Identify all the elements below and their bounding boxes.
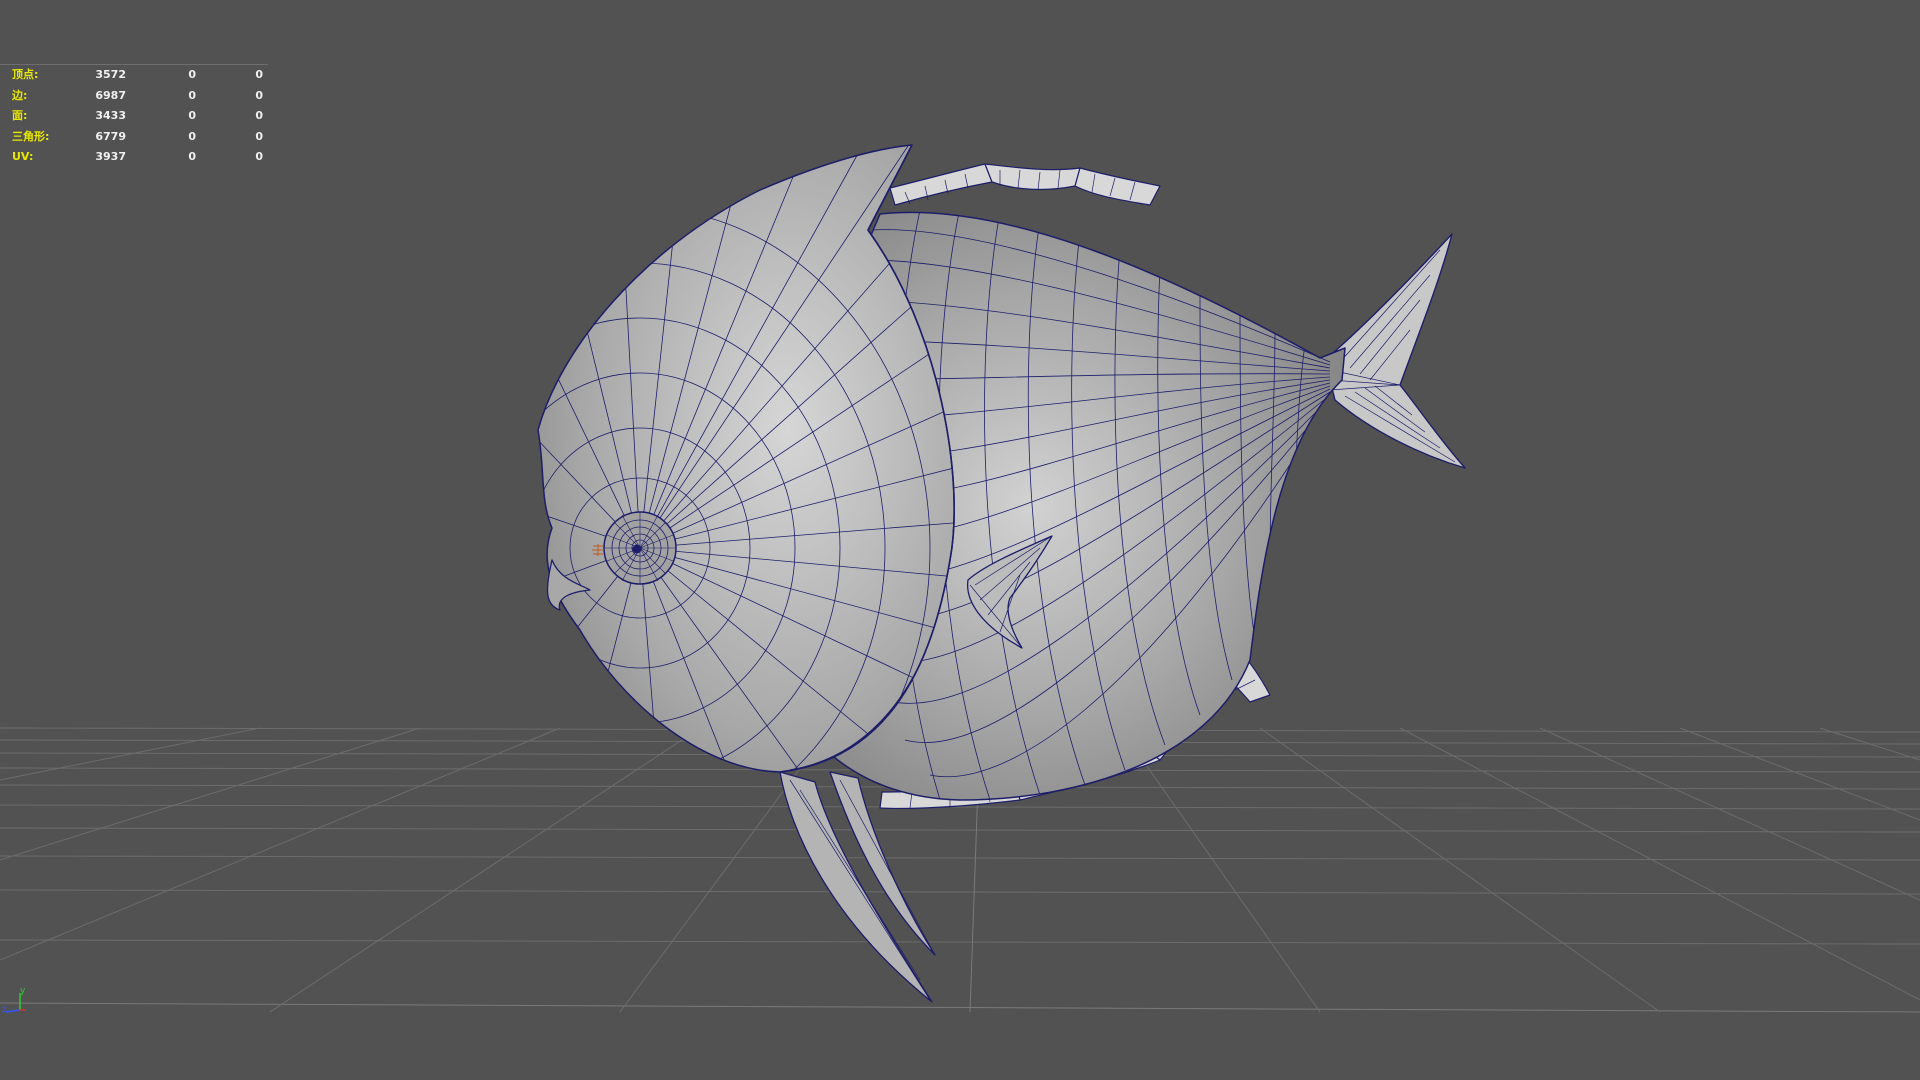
vertices-selected: 0 [188,68,196,81]
faces-extra: 0 [255,109,263,123]
axis-indicator: y z [2,986,26,1015]
poly-count-hud: 顶点: 3572 0 0 边: 6987 0 0 面: 3433 0 0 三角形… [0,64,268,168]
hud-row-uvs: UV: 3937 0 0 [0,147,268,168]
edges-selected: 0 [188,88,196,102]
edges-label: 边: [12,88,28,102]
uvs-selected: 0 [188,150,196,164]
hud-row-edges: 边: 6987 0 0 [0,86,268,107]
triangles-selected: 0 [188,129,196,143]
pivot-marker [592,544,604,556]
fish-model[interactable] [350,140,1466,1003]
triangles-total: 6779 [95,129,126,143]
faces-total: 3433 [95,109,126,123]
triangles-label: 三角形: [12,129,50,143]
faces-label: 面: [12,109,28,123]
dorsal-fin [889,163,1161,206]
uvs-label: UV: [12,150,34,164]
viewport-canvas[interactable]: y z [0,0,1920,1080]
hud-row-triangles: 三角形: 6779 0 0 [0,127,268,148]
triangles-extra: 0 [255,129,263,143]
hud-row-faces: 面: 3433 0 0 [0,106,268,127]
hud-row-vertices: 顶点: 3572 0 0 [0,65,268,86]
faces-selected: 0 [188,109,196,123]
eye [603,511,677,585]
axis-z-label: z [2,1005,7,1015]
viewport-3d[interactable]: y z [0,0,1920,1080]
tail-fin [1324,233,1466,469]
uvs-total: 3937 [95,150,126,164]
vertices-total: 3572 [95,68,126,81]
edges-extra: 0 [255,88,263,102]
uvs-extra: 0 [255,150,263,164]
edges-total: 6987 [95,88,126,102]
vertices-label: 顶点: [12,68,39,81]
vertices-extra: 0 [255,68,263,81]
axis-y-label: y [20,986,26,996]
